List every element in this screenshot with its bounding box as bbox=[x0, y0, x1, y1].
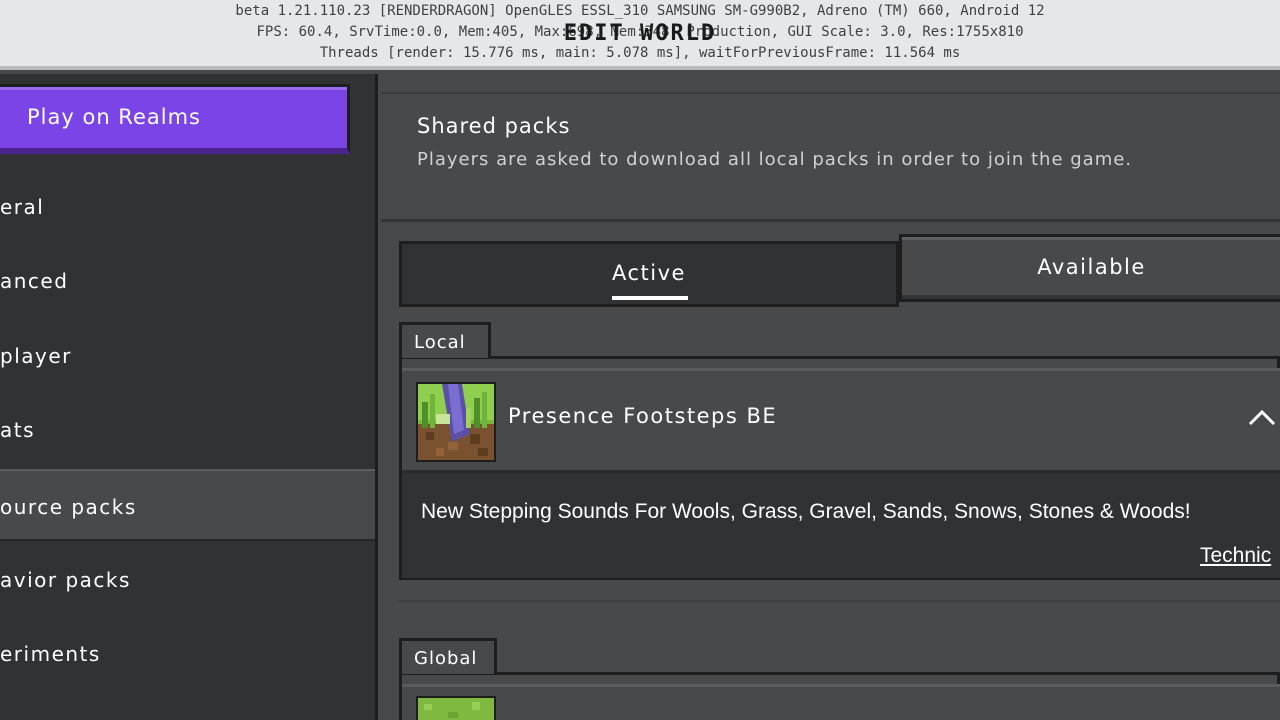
debug-line-1: beta 1.21.110.23 [RENDERDRAGON] OpenGLES… bbox=[235, 3, 1045, 19]
pack-details: New Stepping Sounds For Wools, Grass, Gr… bbox=[402, 474, 1280, 578]
debug-overlay: beta 1.21.110.23 [RENDERDRAGON] OpenGLES… bbox=[0, 0, 1280, 70]
tab-active-label: Active bbox=[612, 261, 686, 285]
technical-details-link[interactable]: Technic bbox=[1200, 544, 1271, 568]
debug-line-3: Threads [render: 15.776 ms, main: 5.078 … bbox=[319, 45, 961, 61]
sidebar-item-experiments[interactable]: eriments bbox=[0, 618, 375, 690]
shared-packs-info: Shared packs Players are asked to downlo… bbox=[381, 92, 1280, 222]
global-section-label: Global bbox=[399, 638, 497, 674]
local-section-label: Local bbox=[399, 322, 491, 358]
sidebar-item-behavior-packs[interactable]: avior packs bbox=[0, 544, 375, 616]
pack-name: Presence Footsteps BE bbox=[508, 404, 778, 428]
settings-sidebar: Play on Realms eral anced player ats our… bbox=[0, 74, 378, 720]
pack-row-global[interactable] bbox=[402, 684, 1280, 720]
sidebar-item-multiplayer[interactable]: player bbox=[0, 320, 375, 392]
pack-row-presence-footsteps[interactable]: Presence Footsteps BE bbox=[402, 368, 1280, 474]
grass-block-icon bbox=[416, 382, 496, 462]
shared-packs-title: Shared packs bbox=[417, 114, 571, 138]
sidebar-item-resource-packs[interactable]: ource packs bbox=[0, 469, 375, 541]
tab-available[interactable]: Available bbox=[899, 234, 1280, 302]
sidebar-item-cheats[interactable]: ats bbox=[0, 394, 375, 466]
chevron-up-icon[interactable] bbox=[1248, 408, 1276, 428]
section-divider bbox=[399, 600, 1280, 602]
tab-active-underline bbox=[612, 296, 688, 300]
play-on-realms-button[interactable]: Play on Realms bbox=[0, 84, 350, 154]
sidebar-item-advanced[interactable]: anced bbox=[0, 245, 375, 317]
debug-line-2: FPS: 60.4, SrvTime:0.0, Mem:405, Max:698… bbox=[256, 24, 1024, 40]
tab-active[interactable]: Active bbox=[399, 241, 899, 307]
sidebar-item-general[interactable]: eral bbox=[0, 171, 375, 243]
pack-description: New Stepping Sounds For Wools, Grass, Gr… bbox=[421, 500, 1191, 523]
tab-available-label: Available bbox=[1037, 255, 1146, 279]
resource-packs-panel: Shared packs Players are asked to downlo… bbox=[381, 74, 1280, 720]
grass-block-icon bbox=[416, 696, 496, 720]
shared-packs-description: Players are asked to download all local … bbox=[417, 149, 1133, 170]
